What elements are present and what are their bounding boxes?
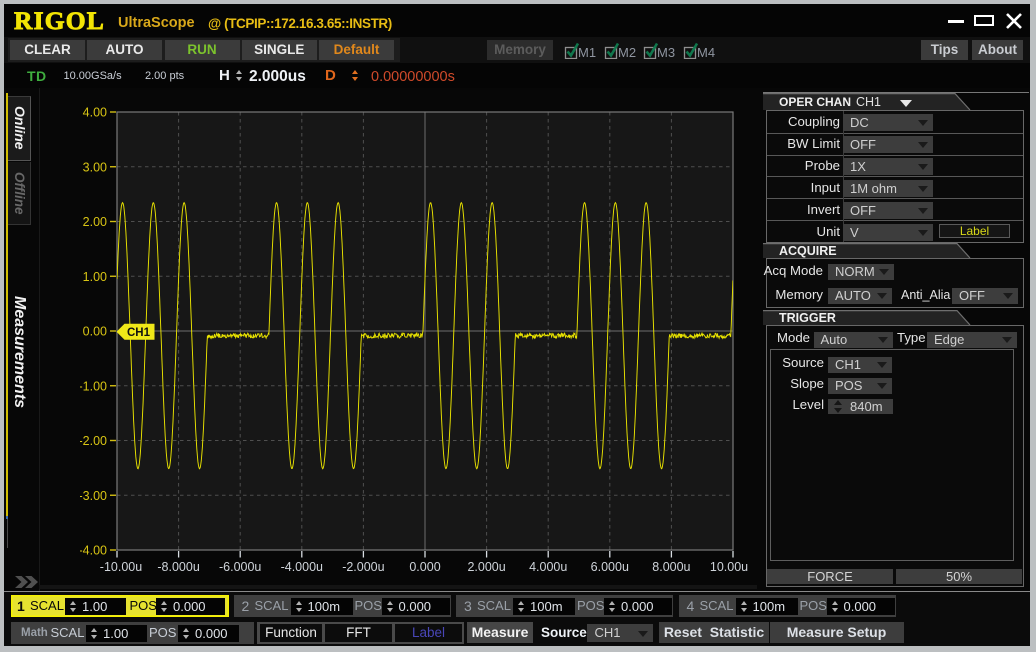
svg-text:10.00u: 10.00u [710,560,748,574]
svg-text:-4.00: -4.00 [80,544,107,558]
svg-text:6.000u: 6.000u [591,560,629,574]
svg-text:-8.000u: -8.000u [157,560,199,574]
svg-text:3.00: 3.00 [83,160,107,174]
svg-text:4.00: 4.00 [83,106,107,120]
svg-text:-3.00: -3.00 [80,489,107,503]
svg-text:-1.00: -1.00 [80,379,107,393]
svg-text:-2.000u: -2.000u [342,560,384,574]
svg-text:CH1: CH1 [127,327,151,339]
svg-text:-6.000u: -6.000u [219,560,261,574]
svg-text:M3: M3 [657,45,675,59]
svg-text:2.000u: 2.000u [467,560,505,574]
svg-text:0.000: 0.000 [409,560,440,574]
svg-text:8.000u: 8.000u [652,560,690,574]
svg-text:0.00: 0.00 [83,325,107,339]
svg-text:-10.00u: -10.00u [100,560,142,574]
svg-text:2.00: 2.00 [83,215,107,229]
svg-text:4.000u: 4.000u [529,560,567,574]
svg-text:M1: M1 [578,45,596,59]
svg-text:M4: M4 [697,45,715,59]
svg-text:M2: M2 [618,45,636,59]
svg-text:-2.00: -2.00 [80,434,107,448]
svg-text:1.00: 1.00 [83,270,107,284]
svg-text:-4.000u: -4.000u [281,560,323,574]
